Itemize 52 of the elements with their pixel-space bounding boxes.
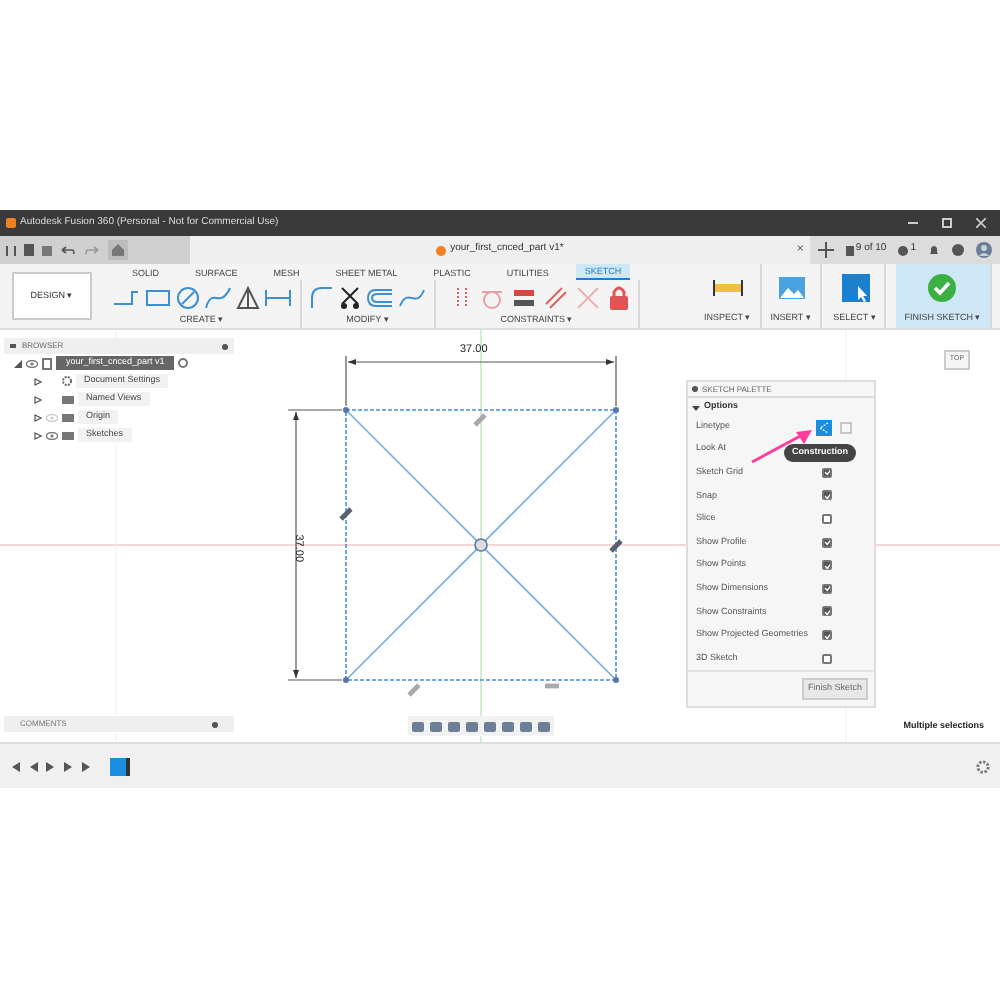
line-icon[interactable] xyxy=(112,287,140,307)
checkbox[interactable] xyxy=(822,560,832,571)
rectangle-icon[interactable] xyxy=(144,287,172,307)
equal-icon[interactable] xyxy=(512,287,536,307)
checkbox[interactable] xyxy=(822,630,832,641)
measure-icon[interactable] xyxy=(711,278,744,298)
app-icon xyxy=(6,218,16,228)
checkmark-icon[interactable] xyxy=(928,274,957,302)
skip-end-icon[interactable] xyxy=(82,761,92,771)
lock-icon[interactable] xyxy=(608,284,630,310)
checkbox[interactable] xyxy=(822,583,832,594)
expand-icon[interactable] xyxy=(14,359,22,367)
bell-icon[interactable] xyxy=(928,244,940,256)
expand-icon[interactable] xyxy=(34,395,42,403)
skip-start-icon[interactable] xyxy=(10,761,20,771)
step-forward-icon[interactable] xyxy=(64,761,74,771)
parallel-icon[interactable] xyxy=(544,285,568,309)
step-back-icon[interactable] xyxy=(28,761,38,771)
sketch-drawing[interactable] xyxy=(339,407,623,697)
eye-icon[interactable] xyxy=(26,359,38,367)
image-icon[interactable] xyxy=(777,276,805,300)
radio-icon[interactable] xyxy=(178,358,189,368)
spline-icon[interactable] xyxy=(204,285,232,309)
play-icon[interactable] xyxy=(46,761,56,771)
new-tab-icon[interactable] xyxy=(817,242,834,258)
undo-icon[interactable] xyxy=(60,245,76,255)
circle-icon[interactable] xyxy=(176,285,200,309)
timeline-sketch-icon[interactable] xyxy=(110,757,130,775)
checkbox[interactable] xyxy=(822,606,832,617)
expand-icon[interactable] xyxy=(692,403,700,411)
eye-icon[interactable] xyxy=(46,431,58,439)
spline-icon[interactable] xyxy=(398,285,426,309)
scissors-icon[interactable] xyxy=(338,285,362,309)
expand-icon[interactable] xyxy=(34,377,42,385)
vertical-dimension[interactable] xyxy=(287,409,343,681)
expand-icon[interactable] xyxy=(34,413,42,421)
select-icon[interactable] xyxy=(841,274,869,302)
checkbox[interactable] xyxy=(822,514,832,525)
checkbox[interactable] xyxy=(822,653,832,664)
close-icon[interactable] xyxy=(976,218,986,228)
expand-icon[interactable] xyxy=(34,431,42,439)
checkbox[interactable] xyxy=(822,537,832,548)
checkbox[interactable] xyxy=(822,490,832,501)
horizontal-dimension[interactable] xyxy=(345,355,617,407)
avatar-icon[interactable] xyxy=(976,242,992,258)
coincident-icon[interactable] xyxy=(452,285,472,309)
document-icon xyxy=(42,357,52,369)
triangle-icon[interactable] xyxy=(236,285,260,309)
home-icon[interactable] xyxy=(108,240,128,260)
checkbox[interactable] xyxy=(822,467,832,478)
maximize-icon[interactable] xyxy=(942,218,952,228)
dimension-icon[interactable] xyxy=(264,287,292,307)
